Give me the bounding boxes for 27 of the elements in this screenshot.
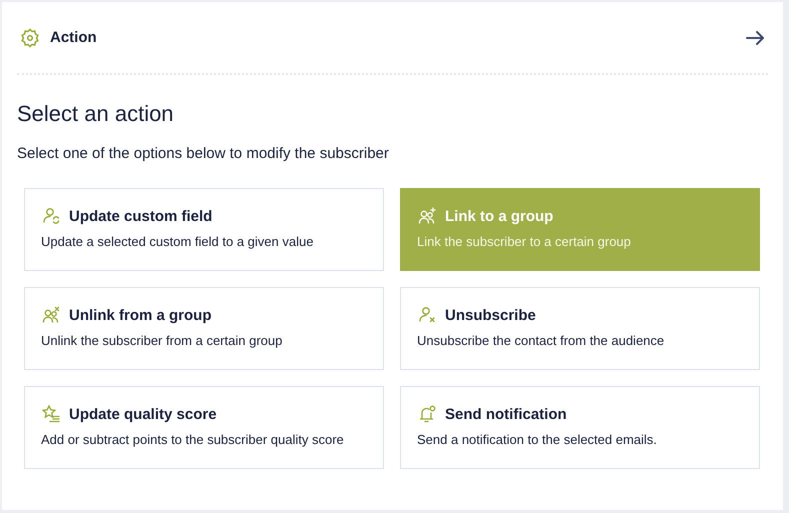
action-option-card[interactable]: Update quality score Add or subtract points to the subscriber quality score bbox=[24, 386, 384, 469]
action-option-card[interactable]: Unsubscribe Unsubscribe the contact from the audience bbox=[400, 287, 760, 370]
option-title: Unlink from a group bbox=[69, 306, 212, 324]
star-list-icon bbox=[41, 404, 61, 424]
section-heading: Select an action bbox=[17, 101, 175, 127]
option-description: Send a notification to the selected emails. bbox=[417, 432, 658, 447]
user-refresh-icon bbox=[41, 206, 61, 226]
option-title: Update quality score bbox=[69, 406, 217, 422]
action-option-card[interactable]: Unlink from a group Unlink the subscriber from a certain group bbox=[24, 287, 384, 370]
user-remove-icon bbox=[417, 305, 437, 325]
option-description: Unsubscribe the contact from the audience bbox=[417, 333, 666, 348]
gear-icon bbox=[19, 26, 41, 48]
option-title: Update custom field bbox=[69, 208, 212, 224]
bell-icon bbox=[417, 404, 437, 424]
panel-title: Action bbox=[50, 29, 98, 46]
option-description: Add or subtract points to the subscriber quality score bbox=[41, 432, 345, 447]
option-title: Link to a group bbox=[445, 208, 554, 224]
action-option-card[interactable]: Send notification Send a notification to the selected emails. bbox=[400, 386, 760, 469]
option-title: Send notification bbox=[445, 406, 567, 422]
option-description: Update a selected custom field to a given value bbox=[41, 234, 314, 249]
option-title: Unsubscribe bbox=[445, 306, 536, 324]
section-subtitle: Select one of the options below to modify the subscriber bbox=[17, 145, 390, 162]
option-description: Unlink the subscriber from a certain group bbox=[41, 333, 284, 348]
option-description: Link the subscriber to a certain group bbox=[417, 234, 632, 249]
action-option-card[interactable]: Update custom field Update a selected custom field to a given value bbox=[24, 188, 384, 271]
users-remove-icon bbox=[41, 305, 61, 325]
users-plus-icon bbox=[417, 206, 437, 226]
